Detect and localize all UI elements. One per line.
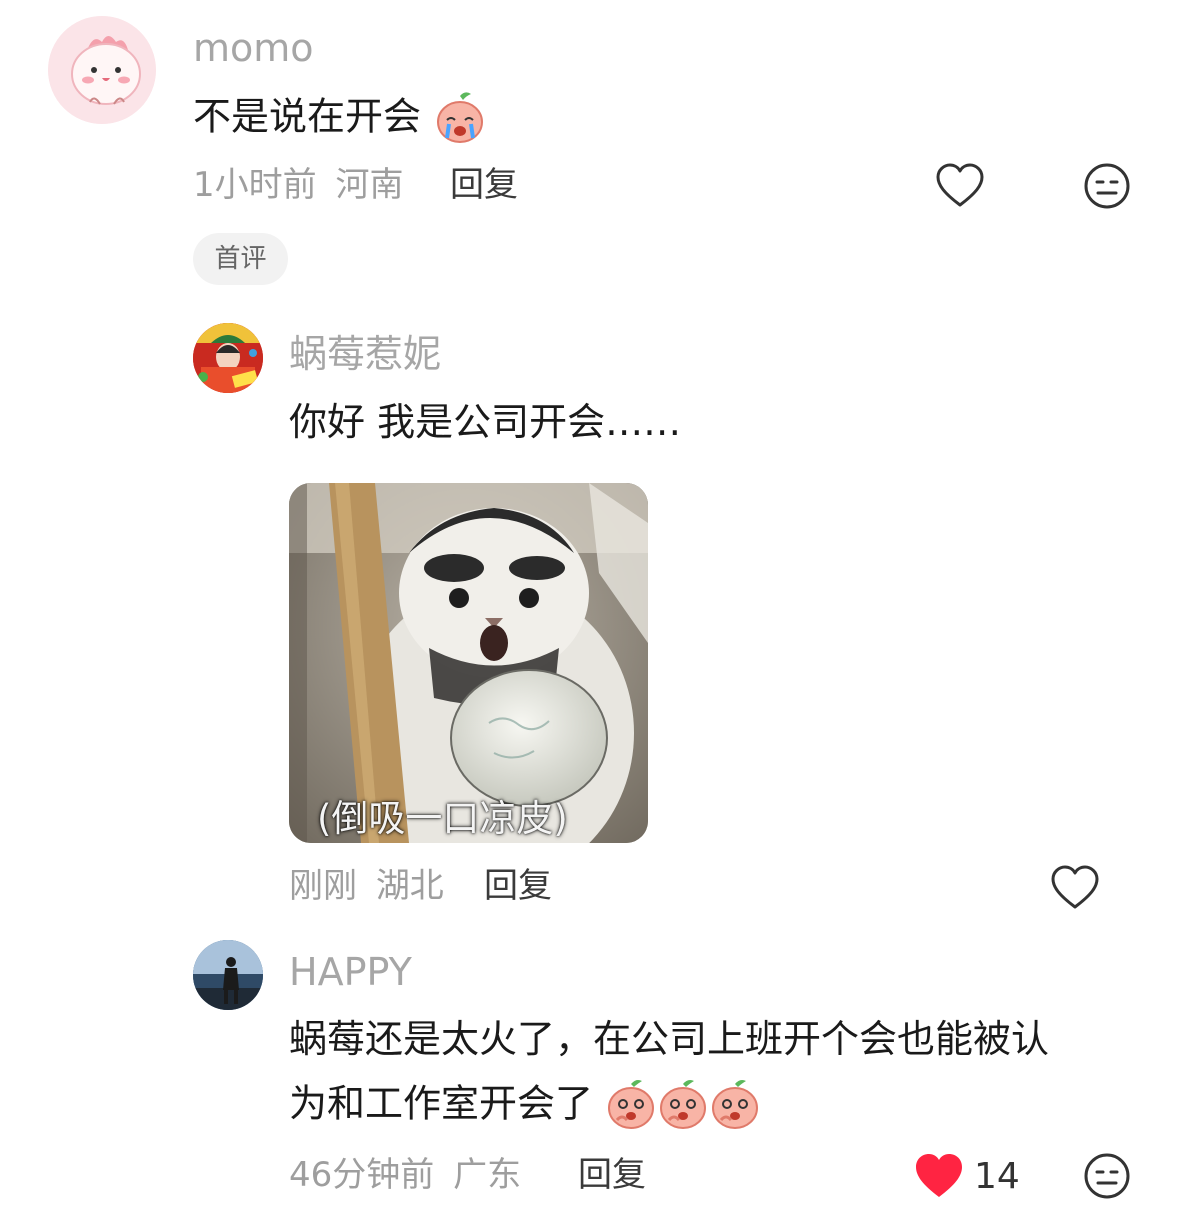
dislike-button[interactable] — [1083, 1152, 1131, 1200]
neutral-face-icon — [1084, 1153, 1130, 1199]
comment-time: 46分钟前 — [289, 1155, 435, 1195]
neutral-face-icon — [1084, 163, 1130, 209]
comment-time: 刚刚 — [289, 866, 357, 906]
avatar-momo[interactable] — [48, 16, 156, 124]
like-button[interactable] — [934, 162, 986, 210]
peach-emoji-icon — [657, 1078, 709, 1134]
colorful-portrait-avatar-icon — [193, 323, 263, 393]
first-comment-badge: 首评 — [193, 233, 288, 285]
peach-emoji-icon — [605, 1078, 657, 1134]
comment-text-content: 不是说在开会 — [193, 94, 422, 139]
comment-username[interactable]: HAPPY — [289, 950, 412, 994]
heart-outline-icon — [1051, 865, 1099, 909]
cat-meme-illustration — [289, 483, 648, 843]
dislike-button[interactable] — [1083, 162, 1131, 210]
reply-button[interactable]: 回复 — [484, 866, 552, 906]
peach-emoji-icon — [709, 1078, 761, 1134]
like-button-liked[interactable] — [913, 1152, 965, 1200]
pink-character-avatar-icon — [48, 16, 156, 124]
heart-filled-icon — [916, 1154, 962, 1197]
peach-crying-emoji-icon — [433, 90, 487, 148]
reply-button[interactable]: 回复 — [578, 1155, 646, 1195]
avatar-happy[interactable] — [193, 940, 263, 1010]
meme-caption: (倒吸一口凉皮) — [317, 797, 568, 840]
reply-button[interactable]: 回复 — [450, 165, 518, 205]
comment-meta: 46分钟前 广东 — [289, 1155, 521, 1195]
like-count: 14 — [974, 1156, 1020, 1197]
comment-text-content: 为和工作室开会了 — [289, 1081, 594, 1126]
meme-image[interactable]: (倒吸一口凉皮) — [289, 483, 648, 843]
comment-location: 河南 — [335, 165, 404, 205]
comment-time: 1小时前 — [193, 165, 317, 205]
heart-outline-icon — [936, 163, 984, 207]
comment-username[interactable]: 蜗莓惹妮 — [289, 332, 441, 376]
like-button[interactable] — [1049, 864, 1101, 912]
comment-text-line2: 为和工作室开会了 — [289, 1078, 761, 1134]
comment-username[interactable]: momo — [193, 26, 314, 70]
avatar-womei[interactable] — [193, 323, 263, 393]
comment-text-line1: 蜗莓还是太火了，在公司上班开个会也能被认 — [289, 1017, 1050, 1061]
comment-location: 广东 — [453, 1155, 522, 1195]
comment-text: 不是说在开会 — [193, 90, 487, 148]
comment-meta: 1小时前 河南 — [193, 165, 403, 205]
comment-meta: 刚刚 湖北 — [289, 866, 444, 906]
comment-location: 湖北 — [375, 866, 444, 906]
seaside-silhouette-avatar-icon — [193, 940, 263, 1010]
comment-text: 你好 我是公司开会…… — [289, 400, 682, 444]
